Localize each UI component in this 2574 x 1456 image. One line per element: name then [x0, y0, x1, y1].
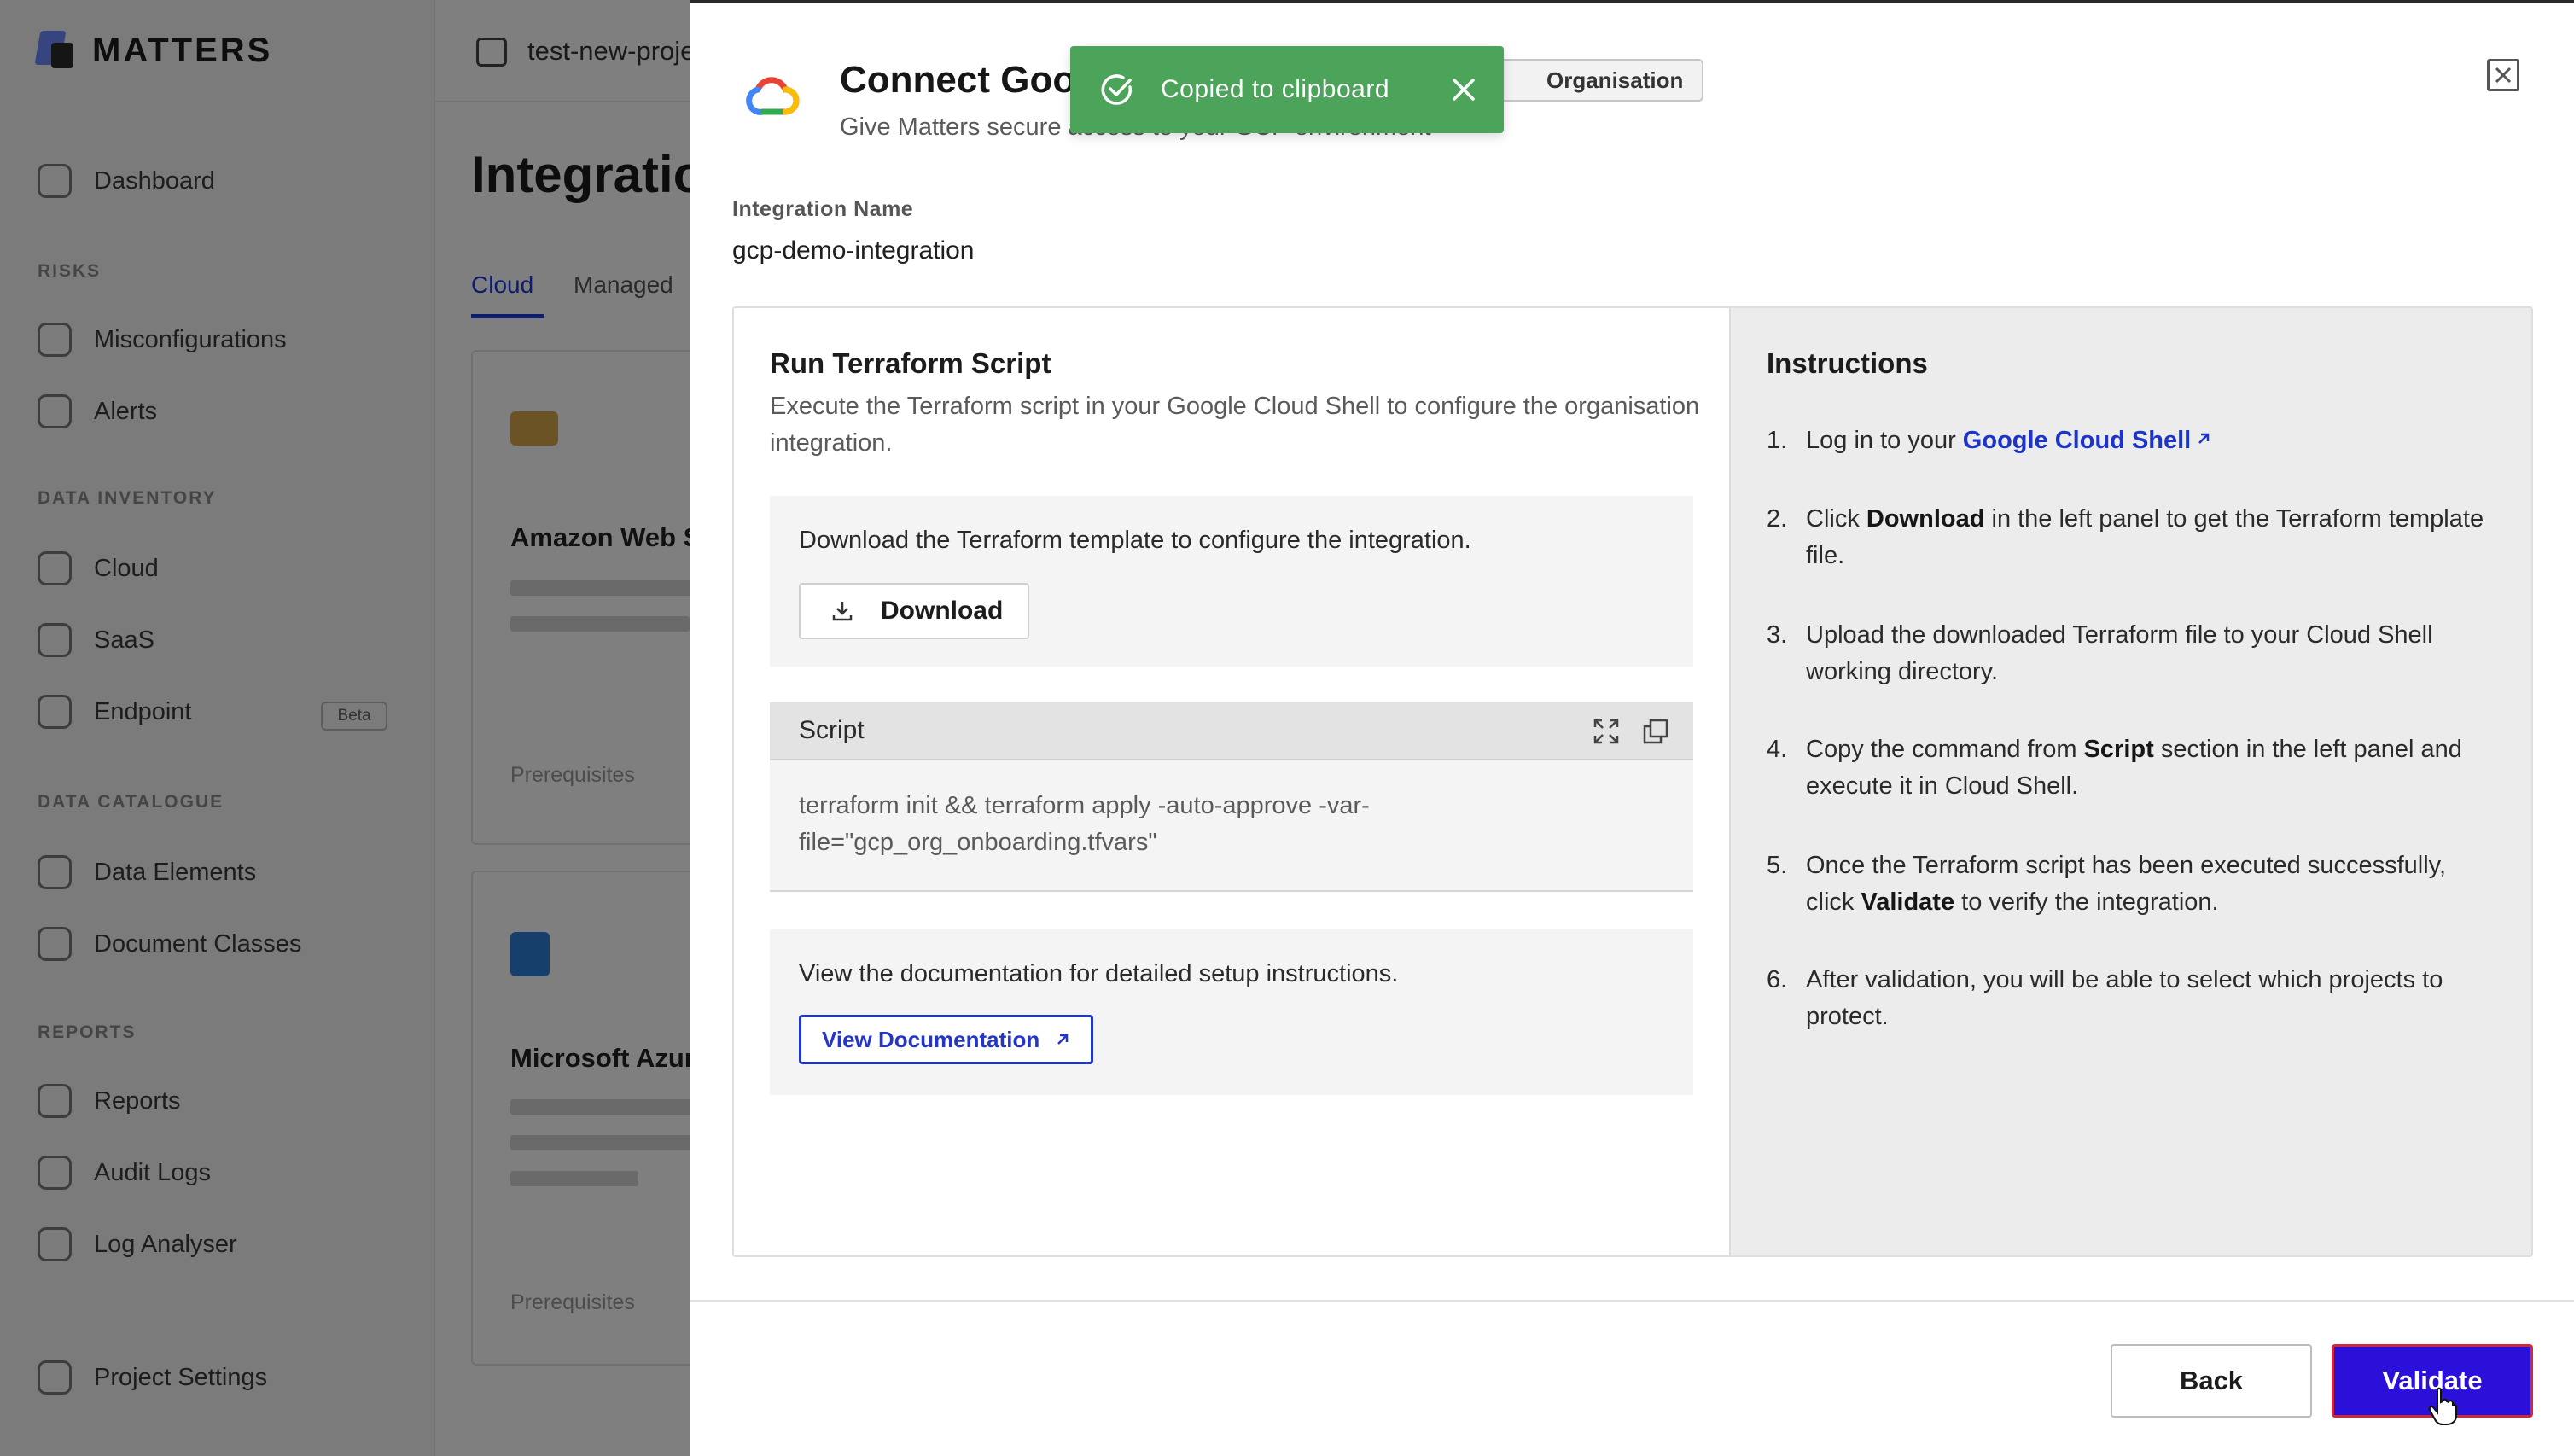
- instruction-step: 6. After validation, you will be able to…: [1767, 962, 2501, 1035]
- google-cloud-logo: [746, 77, 800, 115]
- instructions-title: Instructions: [1767, 347, 1928, 379]
- step-text: After validation, you will be able to se…: [1806, 966, 2443, 1030]
- download-box: Download the Terraform template to confi…: [770, 496, 1693, 667]
- download-icon: [832, 602, 853, 621]
- integration-name-label: Integration Name: [732, 197, 914, 221]
- integration-name-value: gcp-demo-integration: [732, 236, 975, 265]
- download-label: Download: [881, 597, 1004, 625]
- close-icon[interactable]: [1449, 75, 1478, 104]
- script-label: Script: [799, 716, 865, 744]
- check-circle-icon: [1101, 74, 1133, 105]
- pointer-cursor: [2428, 1387, 2457, 1425]
- setup-panel: Run Terraform Script Execute the Terrafo…: [732, 306, 2533, 1257]
- close-drawer-button[interactable]: [2487, 59, 2519, 91]
- script-header: Script: [770, 702, 1693, 760]
- step-bold: Script: [2083, 736, 2154, 763]
- documentation-box: View the documentation for detailed setu…: [770, 929, 1693, 1095]
- documentation-text: View the documentation for detailed setu…: [799, 960, 1399, 987]
- copy-icon: [1643, 719, 1668, 744]
- script-box: Script terraform init && terraform apply…: [770, 702, 1693, 892]
- step-number: 6.: [1767, 966, 1788, 993]
- copy-script-button[interactable]: [1639, 714, 1673, 748]
- script-code[interactable]: terraform init && terraform apply -auto-…: [799, 788, 1652, 861]
- connect-gcp-drawer: Connect Google Cloud Platform Organisati…: [690, 0, 2574, 1456]
- toast-message: Copied to clipboard: [1161, 75, 1390, 103]
- terraform-description: Execute the Terraform script in your Goo…: [770, 393, 1700, 457]
- instruction-step: 3. Upload the downloaded Terraform file …: [1767, 617, 2501, 690]
- instruction-step: 1. Log in to your Google Cloud Shell: [1767, 422, 2501, 459]
- step-bold: Validate: [1861, 888, 1955, 916]
- link-label: Google Cloud Shell: [1962, 427, 2192, 454]
- terraform-title: Run Terraform Script: [770, 347, 1051, 379]
- step-number: 2.: [1767, 505, 1788, 533]
- google-cloud-shell-link[interactable]: Google Cloud Shell: [1963, 427, 2211, 454]
- external-link-icon: [2198, 433, 2210, 444]
- expand-icon: [1593, 719, 1619, 744]
- step-number: 5.: [1767, 852, 1788, 879]
- step-bold: Download: [1866, 505, 1985, 533]
- terraform-panel: Run Terraform Script Execute the Terrafo…: [734, 308, 1729, 1255]
- step-number: 4.: [1767, 736, 1788, 763]
- step-text: Copy the command from: [1806, 736, 2084, 763]
- footer-divider: [690, 1300, 2574, 1302]
- step-text: Click: [1806, 505, 1866, 533]
- expand-script-button[interactable]: [1589, 714, 1623, 748]
- step-number: 1.: [1767, 427, 1788, 454]
- back-button[interactable]: Back: [2111, 1344, 2312, 1418]
- instruction-step: 2. Click Download in the left panel to g…: [1767, 501, 2501, 574]
- step-number: 3.: [1767, 621, 1788, 649]
- step-text: to verify the integration.: [1954, 888, 2219, 916]
- external-link-icon: [1057, 1034, 1069, 1045]
- instructions-panel: Instructions 1. Log in to your Google Cl…: [1729, 308, 2531, 1255]
- close-icon: [2495, 67, 2512, 84]
- step-text: Upload the downloaded Terraform file to …: [1806, 621, 2433, 685]
- instruction-step: 4. Copy the command from Script section …: [1767, 731, 2501, 805]
- instruction-step: 5. Once the Terraform script has been ex…: [1767, 847, 2501, 921]
- view-documentation-label: View Documentation: [822, 1026, 1040, 1052]
- download-text: Download the Terraform template to confi…: [799, 527, 1471, 554]
- step-text: Log in to your: [1806, 427, 1963, 454]
- copied-toast: Copied to clipboard: [1070, 46, 1504, 133]
- view-documentation-button[interactable]: View Documentation: [799, 1015, 1094, 1064]
- download-button[interactable]: Download: [799, 583, 1029, 639]
